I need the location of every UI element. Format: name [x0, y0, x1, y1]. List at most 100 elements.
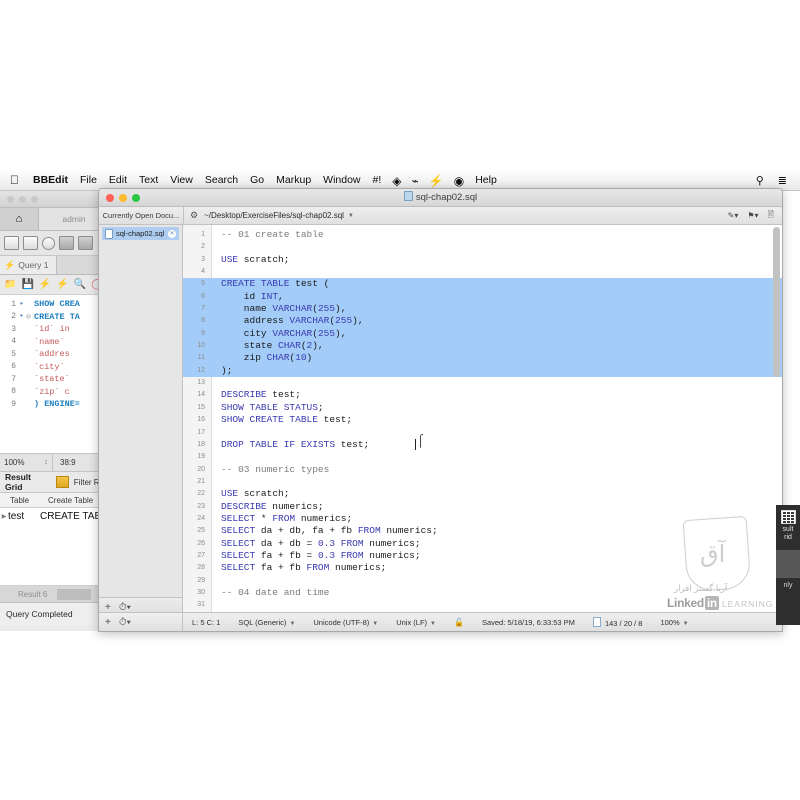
result-grid-icon[interactable]: [780, 510, 796, 524]
bbedit-sidebar[interactable]: sql-chap02.sql ✕ + ⏱▾: [99, 225, 183, 616]
bbedit-titlebar[interactable]: sql-chap02.sql: [99, 189, 782, 207]
database-icon[interactable]: [78, 236, 93, 250]
right-panel-label-2: rid: [784, 534, 792, 541]
editor-zoom[interactable]: 100% ▼: [651, 618, 697, 627]
line-endings-selector[interactable]: Unix (LF) ▼: [387, 618, 445, 627]
code-text: SHOW CREA: [34, 299, 80, 310]
execute-current-icon[interactable]: ⚡: [56, 279, 68, 290]
line-number: 5: [11, 349, 16, 359]
flash-icon[interactable]: ⌁: [407, 174, 424, 188]
line-number: 19: [197, 453, 205, 461]
workbench-sql-editor[interactable]: 1 • SHOW CREA 2 • ⊖ CREATE TA 3 `id` in …: [0, 295, 109, 453]
save-icon[interactable]: 💾: [21, 279, 33, 290]
code-text: DROP TABLE IF EXISTS test;: [211, 439, 369, 451]
bbedit-window[interactable]: sql-chap02.sql Currently Open Docu... ⚙ …: [98, 188, 783, 632]
editor-zoom-value[interactable]: 100%: [0, 458, 40, 467]
close-button[interactable]: [7, 195, 14, 203]
code-text: SELECT * FROM numerics;: [211, 513, 352, 525]
minimize-button[interactable]: [19, 195, 26, 203]
mysql-workbench-window[interactable]: ⌂ admin ⚡ Query 1 📁 💾 ⚡ ⚡ 🔍 ◯ 1 • SHOW C…: [0, 191, 110, 631]
code-text: zip CHAR(10): [211, 352, 312, 364]
code-token: da + db, fa + fb: [255, 525, 358, 537]
gear-icon[interactable]: ⚙: [184, 210, 204, 221]
code-token: ),: [335, 303, 347, 315]
code-token: SELECT: [221, 512, 256, 524]
code-line: 19: [183, 451, 782, 463]
grid-view-icon[interactable]: [55, 476, 69, 488]
right-panel-divider: [776, 550, 800, 578]
folder-icon[interactable]: 📁: [4, 279, 16, 290]
new-table-icon[interactable]: [23, 236, 38, 250]
code-line: 26 SELECT da + db = 0.3 FROM numerics;: [183, 538, 782, 550]
search-icon[interactable]: ⚲: [749, 174, 771, 187]
execute-icon[interactable]: ⚡: [39, 279, 51, 290]
line-number: 4: [11, 337, 16, 347]
line-number: 29: [197, 576, 205, 584]
chevron-down-icon[interactable]: ▼: [348, 213, 354, 219]
code-token: );: [221, 364, 233, 376]
result-tabbar: Result 6: [0, 586, 109, 603]
document-path[interactable]: ~/Desktop/ExerciseFiles/sql-chap02.sql: [204, 211, 344, 220]
bbedit-body: sql-chap02.sql ✕ + ⏱▾ 1 -- 01 create tabl…: [99, 225, 782, 616]
menu-item-file[interactable]: File: [74, 171, 103, 190]
workbench-code-line: 5 `addres: [0, 348, 109, 361]
open-model-icon[interactable]: [42, 236, 55, 250]
code-line: 21: [183, 476, 782, 488]
add-icon[interactable]: +: [105, 602, 111, 613]
code-text: `zip` c: [34, 386, 70, 397]
file-icon: [105, 228, 113, 239]
result-grid-empty-area: [0, 525, 109, 586]
dropbox-icon[interactable]: ◈: [387, 174, 406, 188]
code-text: -- 03 numeric types: [211, 464, 329, 476]
code-token: ;: [317, 401, 324, 413]
explain-icon[interactable]: 🔍: [74, 279, 86, 290]
line-number: 1: [201, 231, 205, 238]
pencil-icon[interactable]: ✎▾: [728, 211, 739, 220]
line-number: 7: [11, 374, 16, 384]
bbedit-editor[interactable]: 1 -- 01 create table 2 3 USE scratch; 4 5 CREAT…: [183, 225, 782, 616]
add-icon[interactable]: +: [105, 617, 111, 628]
recent-clock-icon[interactable]: ⏱▾: [119, 602, 131, 613]
recent-clock-icon[interactable]: ⏱▾: [119, 617, 131, 628]
workbench-code-line: 6 `city`: [0, 361, 109, 374]
code-token: fa + fb: [255, 562, 307, 574]
sidebar-item-open-file[interactable]: sql-chap02.sql ✕: [102, 227, 179, 240]
code-line: 28 SELECT fa + fb FROM numerics;: [183, 562, 782, 574]
table-row[interactable]: ▶ test CREATE TAB: [0, 508, 109, 525]
code-token: SELECT: [221, 537, 256, 549]
code-line: 23 DESCRIBE numerics;: [183, 501, 782, 513]
code-token: test;: [317, 414, 353, 426]
menu-item-bbedit[interactable]: BBEdit: [27, 171, 74, 190]
circle-icon[interactable]: ◉: [449, 174, 469, 188]
line-number: 27: [197, 551, 205, 559]
bolt-icon[interactable]: ⚡: [424, 174, 449, 188]
maximize-button[interactable]: [31, 195, 38, 203]
page-icon[interactable]: 🖹: [768, 209, 774, 223]
new-schema-icon[interactable]: [4, 236, 19, 250]
zoom-stepper-icon[interactable]: ↕: [40, 459, 52, 466]
server-icon[interactable]: [59, 236, 74, 250]
code-token: numerics;: [266, 500, 324, 512]
fold-marker[interactable]: ⊖: [26, 312, 34, 322]
tab-query-1[interactable]: ⚡ Query 1: [0, 256, 58, 274]
language-selector[interactable]: SQL (Generic) ▼: [229, 618, 304, 627]
flag-icon[interactable]: ⚑▾: [747, 211, 758, 220]
code-text: city VARCHAR(255),: [211, 328, 347, 340]
encoding-selector[interactable]: Unicode (UTF-8) ▼: [304, 618, 387, 627]
scrollbar-thumb[interactable]: [773, 227, 780, 377]
home-tab[interactable]: ⌂: [0, 208, 39, 230]
apple-menu-icon[interactable]: : [6, 171, 27, 190]
row-expand-icon[interactable]: ▶: [0, 513, 8, 520]
line-number: 8: [201, 317, 205, 325]
statusbar-sidebar-controls: + ⏱▾: [99, 613, 183, 631]
close-icon[interactable]: ✕: [168, 229, 176, 238]
code-line: 1 -- 01 create table: [183, 229, 782, 241]
unlocked-icon[interactable]: 🔓: [445, 618, 473, 627]
code-line: 20 -- 03 numeric types: [183, 464, 782, 476]
right-side-panel[interactable]: sult rid nly: [776, 505, 800, 625]
code-text: SELECT da + db, fa + fb FROM numerics;: [211, 525, 438, 537]
result-tab-label[interactable]: Result 6: [0, 590, 47, 599]
list-icon[interactable]: ≣: [771, 174, 794, 187]
code-area[interactable]: 1 -- 01 create table 2 3 USE scratch; 4 5 CREAT…: [183, 225, 782, 616]
line-number: 12: [197, 366, 205, 374]
